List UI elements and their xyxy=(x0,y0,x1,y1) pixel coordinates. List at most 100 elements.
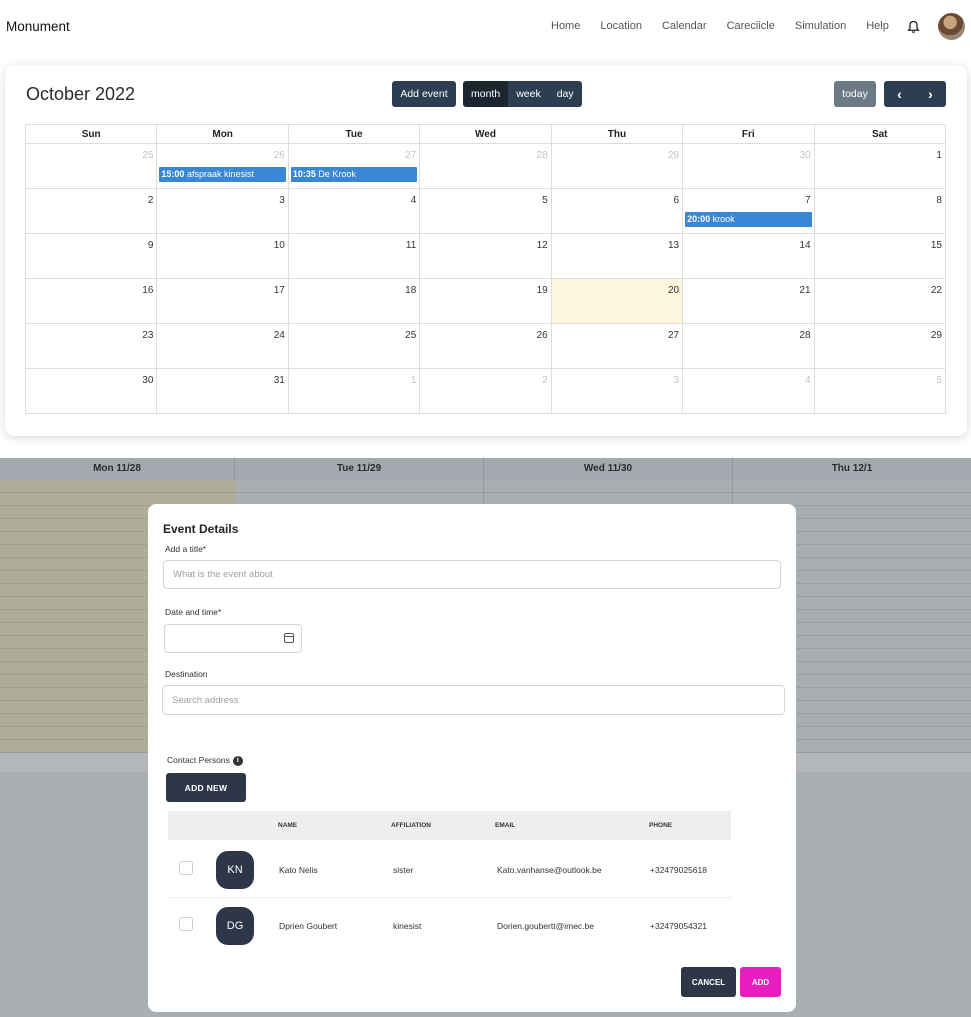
view-month-button[interactable]: month xyxy=(463,81,509,107)
nav-carecircle[interactable]: Careciicle xyxy=(727,20,775,32)
chevron-right-icon[interactable]: › xyxy=(915,81,946,107)
calendar-icon[interactable] xyxy=(284,633,294,643)
week-day-header: Tue 11/29 xyxy=(235,458,484,480)
nav-help[interactable]: Help xyxy=(866,20,889,32)
calendar-day[interactable]: 18 xyxy=(288,279,421,324)
day-number: 16 xyxy=(142,285,154,296)
calendar-day[interactable]: 14 xyxy=(683,234,815,279)
calendar-week-row: 23 24 25 26 27 28 29 xyxy=(26,324,946,369)
weekday-label: Thu xyxy=(551,125,684,144)
info-icon[interactable]: i xyxy=(232,755,243,766)
calendar-day[interactable]: 23 xyxy=(26,324,158,369)
calendar-week-row: 30 31 1 2 3 4 5 xyxy=(26,369,946,414)
calendar-day[interactable]: 10 xyxy=(157,234,289,279)
calendar-day[interactable]: 21 xyxy=(683,279,815,324)
calendar-day[interactable]: 29 xyxy=(551,144,684,189)
calendar-day[interactable]: 30 xyxy=(26,369,158,414)
nav-home[interactable]: Home xyxy=(551,20,580,32)
column-email: EMAIL xyxy=(495,822,516,829)
contact-email: Kato.vanhanse@outlook.be xyxy=(497,865,602,875)
calendar-day[interactable]: 5 xyxy=(814,369,946,414)
day-number: 25 xyxy=(405,330,417,341)
calendar-day[interactable]: 4 xyxy=(288,189,421,234)
calendar-day[interactable]: 22 xyxy=(814,279,946,324)
weekday-label: Tue xyxy=(288,125,421,144)
table-row[interactable]: KN Kato Nelis sister Kato.vanhanse@outlo… xyxy=(168,843,731,898)
calendar-event[interactable]: 20:00 krook xyxy=(685,212,812,227)
calendar-day[interactable]: 13 xyxy=(551,234,684,279)
add-event-button[interactable]: Add event xyxy=(392,81,456,107)
calendar-day[interactable]: 17 xyxy=(157,279,289,324)
day-number: 15 xyxy=(930,240,942,251)
calendar-day[interactable]: 6 xyxy=(551,189,684,234)
calendar-day[interactable]: 19 xyxy=(420,279,552,324)
weekday-label: Wed xyxy=(420,125,552,144)
contact-checkbox[interactable] xyxy=(179,861,193,875)
calendar-day[interactable]: 11 xyxy=(288,234,421,279)
day-number: 14 xyxy=(799,240,811,251)
view-day-button[interactable]: day xyxy=(548,81,582,107)
destination-input[interactable]: Search address xyxy=(162,685,785,715)
calendar-day[interactable]: 28 xyxy=(683,324,815,369)
nav-calendar[interactable]: Calendar xyxy=(662,20,707,32)
calendar-day[interactable]: 29 xyxy=(814,324,946,369)
calendar-day[interactable]: 26 xyxy=(420,324,552,369)
user-avatar[interactable] xyxy=(938,13,965,40)
calendar-day[interactable]: 25 xyxy=(26,144,158,189)
calendar-day[interactable]: 12 xyxy=(420,234,552,279)
contacts-label-row: Contact Persons i xyxy=(167,755,243,766)
calendar-day[interactable]: 31 xyxy=(157,369,289,414)
day-number: 31 xyxy=(273,375,285,386)
contacts-label: Contact Persons xyxy=(167,755,230,765)
day-number: 27 xyxy=(405,150,417,161)
calendar-day[interactable]: 2 xyxy=(26,189,158,234)
cancel-button[interactable]: CANCEL xyxy=(681,967,736,997)
calendar-day[interactable]: 25 xyxy=(288,324,421,369)
event-details-modal: Event Details Add a title* What is the e… xyxy=(148,504,796,1012)
chevron-left-icon[interactable]: ‹ xyxy=(884,81,915,107)
contact-checkbox[interactable] xyxy=(179,917,193,931)
calendar-day[interactable]: 27 xyxy=(551,324,684,369)
day-number: 12 xyxy=(536,240,548,251)
calendar-day[interactable]: 28 xyxy=(420,144,552,189)
nav-location[interactable]: Location xyxy=(600,20,642,32)
calendar-day[interactable]: 7 20:00 krook xyxy=(683,189,815,234)
calendar-day[interactable]: 9 xyxy=(26,234,158,279)
month-grid: Sun Mon Tue Wed Thu Fri Sat 25 26 15:00 af… xyxy=(25,124,946,414)
add-new-contact-button[interactable]: ADD NEW xyxy=(166,773,246,802)
table-row[interactable]: DG Dprien Goubert kinesist Dorien.gouber… xyxy=(168,899,731,954)
destination-label: Destination xyxy=(165,669,208,679)
calendar-day[interactable]: 27 10:35 De Krook xyxy=(288,144,421,189)
calendar-day[interactable]: 1 xyxy=(814,144,946,189)
day-number: 24 xyxy=(273,330,285,341)
calendar-day[interactable]: 30 xyxy=(683,144,815,189)
calendar-day[interactable]: 16 xyxy=(26,279,158,324)
calendar-day[interactable]: 1 xyxy=(288,369,421,414)
calendar-day[interactable]: 15 xyxy=(814,234,946,279)
brand-logo[interactable]: Monument xyxy=(6,19,70,34)
calendar-day[interactable]: 4 xyxy=(683,369,815,414)
day-number: 28 xyxy=(536,150,548,161)
contact-name: Dprien Goubert xyxy=(279,921,338,931)
view-week-button[interactable]: week xyxy=(508,81,549,107)
today-button[interactable]: today xyxy=(834,81,876,107)
calendar-day[interactable]: 26 15:00 afspraak kinesist xyxy=(157,144,289,189)
contacts-table-header: NAME AFFILIATION EMAIL PHONE xyxy=(168,811,731,840)
calendar-day[interactable]: 2 xyxy=(420,369,552,414)
calendar-day[interactable]: 3 xyxy=(551,369,684,414)
weekday-label: Sun xyxy=(26,125,158,144)
calendar-event[interactable]: 10:35 De Krook xyxy=(290,167,418,182)
week-header: Mon 11/28 Tue 11/29 Wed 11/30 Thu 12/1 xyxy=(0,458,971,480)
calendar-event[interactable]: 15:00 afspraak kinesist xyxy=(159,167,286,182)
calendar-day[interactable]: 8 xyxy=(814,189,946,234)
event-title-input[interactable]: What is the event about xyxy=(163,560,781,589)
calendar-day[interactable]: 3 xyxy=(157,189,289,234)
nav-simulation[interactable]: Simulation xyxy=(795,20,846,32)
bell-icon[interactable] xyxy=(907,20,920,34)
calendar-day[interactable]: 24 xyxy=(157,324,289,369)
calendar-day[interactable]: 5 xyxy=(420,189,552,234)
day-number: 19 xyxy=(536,285,548,296)
calendar-day-today[interactable]: 20 xyxy=(551,279,684,324)
date-time-input[interactable] xyxy=(164,624,302,653)
add-button[interactable]: ADD xyxy=(740,967,781,997)
